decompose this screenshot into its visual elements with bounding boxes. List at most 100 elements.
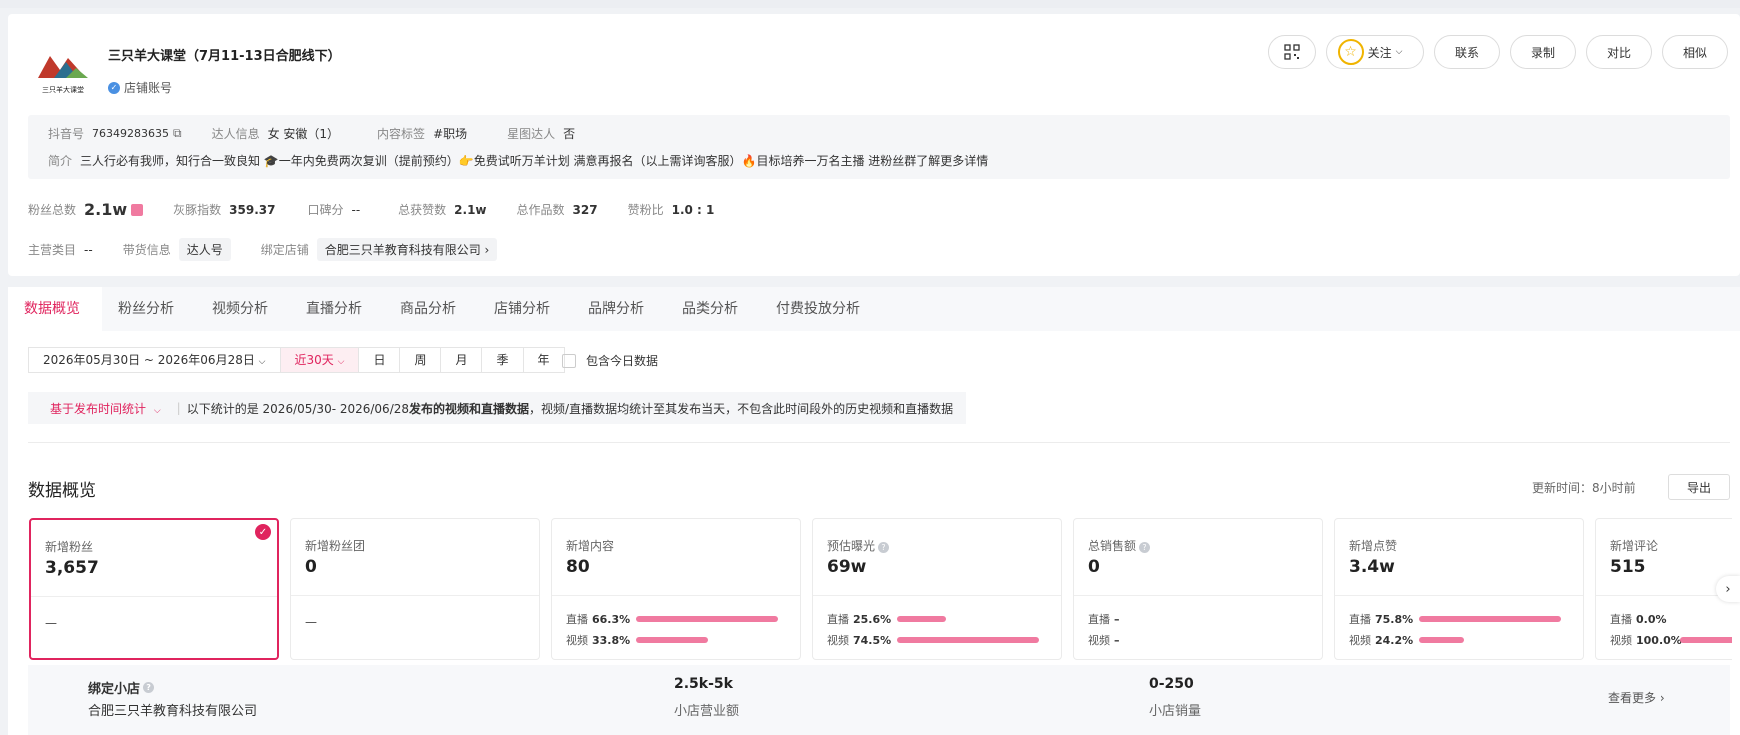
live-label: 直播 [827,613,849,626]
include-today-checkbox[interactable] [562,353,576,368]
account-title: 三只羊大课堂（7月11-13日合肥线下） [108,49,341,64]
preset-day[interactable]: 日 [359,348,401,372]
shop-label: 绑定店铺 [260,243,309,257]
tab-fans[interactable]: 粉丝分析 [102,287,196,331]
help-icon[interactable]: ? [1139,542,1151,553]
video-label: 视频 [1088,634,1110,647]
tab-video[interactable]: 视频分析 [196,287,290,331]
export-button[interactable]: 导出 [1668,474,1730,500]
copy-icon[interactable]: ⧉ [173,126,182,141]
compare-button[interactable]: 对比 [1586,35,1652,69]
preset-quarter[interactable]: 季 [482,348,524,372]
metric-card-new-likes[interactable]: 新增点赞 3.4w 直播 75.8% 视频 24.2% [1334,518,1584,660]
tab-paid-ads[interactable]: 付费投放分析 [760,287,882,331]
metric-label-text: 总销售额 [1088,539,1137,553]
record-button[interactable]: 录制 [1510,35,1576,69]
date-range-value: 2026年05月30日 ~ 2026年06月28日 [43,353,255,367]
fans-label: 粉丝总数 [28,203,77,217]
qrcode-icon [1284,44,1300,60]
metric-label: 新增内容 [566,539,615,553]
update-time: 更新时间：8小时前 [1532,481,1636,495]
view-more-link[interactable]: 查看更多 › [1608,689,1665,706]
fans-value: 2.1w [84,200,128,219]
metric-divider [291,595,539,596]
tab-live[interactable]: 直播分析 [290,287,384,331]
include-today[interactable]: 包含今日数据 [562,352,658,369]
metric-value: 3.4w [1349,557,1395,577]
metric-card-new-fans[interactable]: ✓ 新增粉丝 3,657 — [29,518,279,660]
verified-icon: ✓ [108,81,120,94]
live-label: 直播 [1349,613,1371,626]
metric-divider [1596,595,1732,596]
qrcode-button[interactable] [1268,35,1316,69]
overview-title: 数据概览 [28,481,96,501]
contact-button[interactable]: 联系 [1434,35,1500,69]
live-bar [897,616,946,622]
video-share-row: 视频 74.5% [827,632,1039,648]
live-share-row: 直播 – [1088,611,1158,627]
stat-mode-label: 基于发布时间统计 [50,401,147,416]
video-bar [1419,637,1464,643]
reputation-label: 口碑分 [307,203,344,217]
stats-row: 粉丝总数 2.1w 灰豚指数 359.37 口碑分 -- 总获赞数 2.1w 总… [28,200,714,219]
metric-card-new-content[interactable]: 新增内容 80 直播 66.3% 视频 33.8% [551,518,801,660]
shop-title: 绑定小店 ? [88,678,155,697]
video-percent: – [1114,633,1120,647]
tab-category[interactable]: 品类分析 [666,287,760,331]
preset-week[interactable]: 周 [400,348,442,372]
live-share-row: 直播 25.6% [827,611,946,627]
live-percent: 25.6% [853,612,892,626]
category-value: -- [84,242,93,257]
preset-year[interactable]: 年 [524,348,564,372]
stat-mode-dropdown[interactable]: 基于发布时间统计 ⌵ [28,400,171,417]
metric-card-fan-group[interactable]: 新增粉丝团 0 — [290,518,540,660]
metric-label: 新增点赞 [1349,539,1398,553]
live-percent: 66.3% [592,612,631,626]
works-value: 327 [572,202,598,217]
chart-icon[interactable] [131,203,144,216]
video-bar [897,637,1039,643]
chevron-down-icon: ⌵ [258,357,266,367]
metric-label: 预估曝光? [827,537,890,554]
follow-button[interactable]: ☆ 关注 ⌵ [1326,35,1424,69]
date-range-picker[interactable]: 2026年05月30日 ~ 2026年06月28日 ⌵ [29,348,281,372]
metric-card-new-comments[interactable]: 新增评论 515 直播 0.0% 视频 100.0% [1595,518,1732,660]
metric-label: 总销售额? [1088,537,1151,554]
account-type: ✓ 店铺账号 [108,79,172,96]
likes-value: 2.1w [454,202,487,217]
help-icon[interactable]: ? [878,542,890,553]
metric-label-text: 预估曝光 [827,539,876,553]
preset-last30[interactable]: 近30天 ⌵ [280,348,360,372]
shop-revenue: 2.5k-5k [674,676,733,692]
preset-month[interactable]: 月 [441,348,483,372]
metric-value: 0 [305,557,317,577]
next-arrow-icon[interactable]: › [1716,576,1740,602]
star-talent-value: 否 [563,127,576,141]
tab-overview[interactable]: 数据概览 [8,287,102,331]
metric-divider [1335,595,1583,596]
category-label: 主营类目 [28,243,77,257]
video-share-row: 视频 24.2% [1349,632,1464,648]
metric-card-sales[interactable]: 总销售额? 0 直播 – 视频 – [1073,518,1323,660]
star-icon: ☆ [1337,39,1364,65]
grey-index-label: 灰豚指数 [173,203,222,217]
live-label: 直播 [566,613,588,626]
live-label: 直播 [1610,613,1632,626]
video-percent: 100.0% [1636,633,1682,647]
bound-shop-link[interactable]: 合肥三只羊教育科技有限公司 › [316,238,498,261]
help-icon[interactable]: ? [143,682,155,693]
tab-bar: 数据概览 粉丝分析 视频分析 直播分析 商品分析 店铺分析 品牌分析 品类分析 … [8,287,1740,331]
metric-card-exposure[interactable]: 预估曝光? 69w 直播 25.6% 视频 74.5% [812,518,1062,660]
stats-notice: 基于发布时间统计 ⌵ | 以下统计的是 2026/05/30- 2026/06/… [28,392,966,424]
tab-shop[interactable]: 店铺分析 [478,287,572,331]
tab-goods[interactable]: 商品分析 [384,287,478,331]
chevron-down-icon: ⌵ [153,405,161,416]
similar-button[interactable]: 相似 [1662,35,1728,69]
shop-sales-label: 小店销量 [1149,704,1202,719]
video-bar [636,637,708,643]
tab-brand[interactable]: 品牌分析 [572,287,666,331]
metric-divider [1074,595,1322,596]
metric-value: 69w [827,557,867,577]
video-label: 视频 [1349,634,1371,647]
shop-title-label: 绑定小店 [88,682,141,697]
